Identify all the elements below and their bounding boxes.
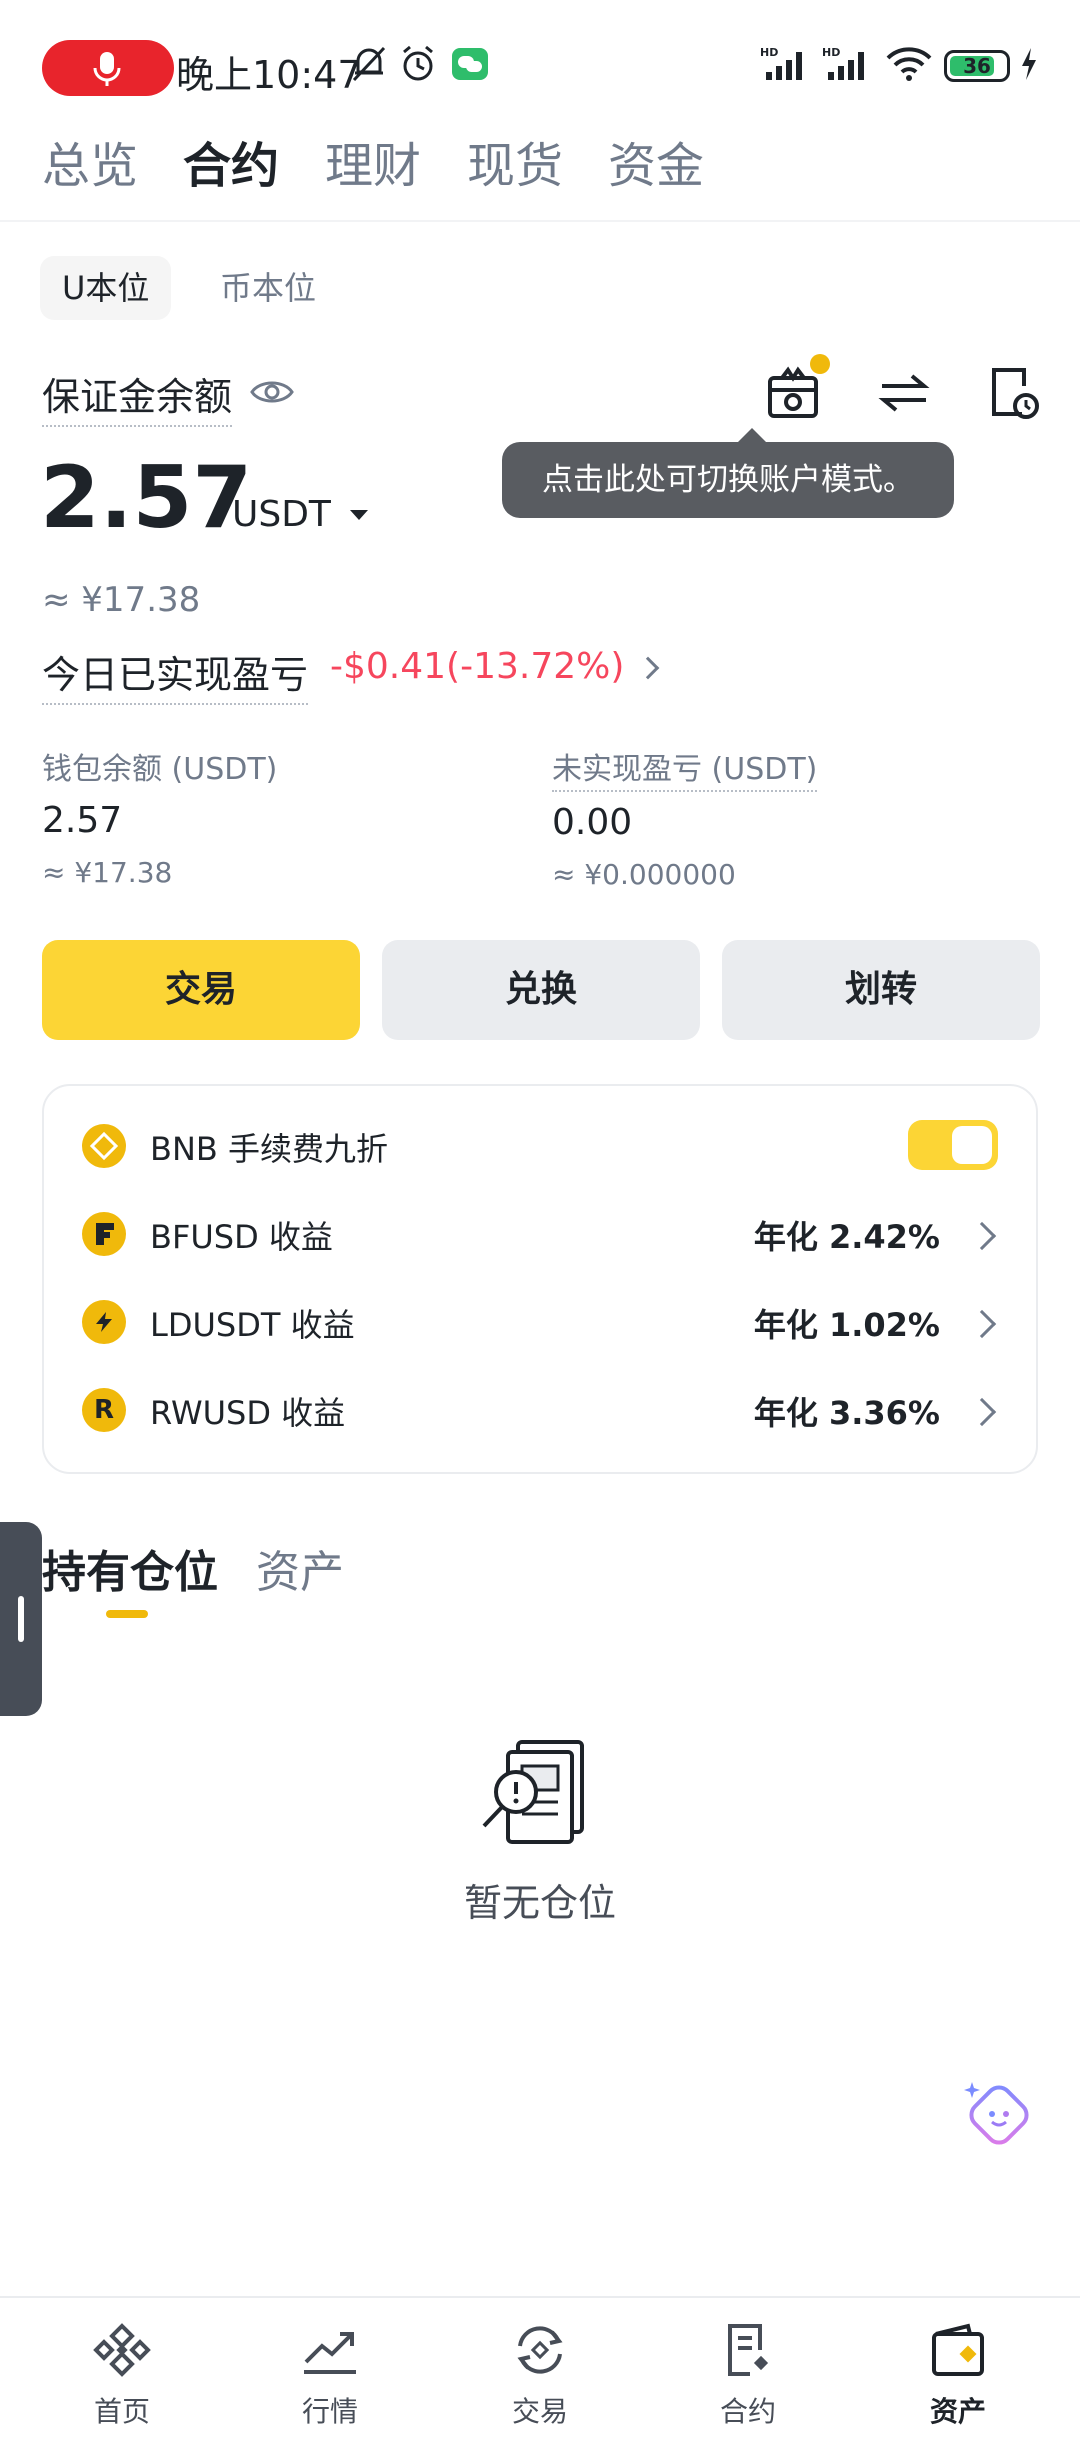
nav-label: 交易 bbox=[511, 2395, 568, 2428]
wallet-cny-value: ≈ ¥17.38 bbox=[42, 856, 173, 889]
margin-balance-value: 2.57 bbox=[40, 448, 253, 548]
wallet-icon bbox=[932, 2323, 984, 2376]
nav-futures[interactable]: 合约 bbox=[678, 2322, 818, 2430]
svg-text:HD: HD bbox=[822, 46, 840, 59]
bnb-fee-toggle[interactable] bbox=[908, 1120, 998, 1170]
tab-assets[interactable]: 资产 bbox=[256, 1536, 344, 1600]
eye-icon[interactable] bbox=[250, 376, 294, 408]
tab-spot[interactable]: 现货 bbox=[467, 126, 563, 196]
account-mode-tooltip[interactable]: 点击此处可切换账户模式。 bbox=[502, 428, 954, 518]
chevron-right-icon bbox=[967, 1309, 997, 1339]
unrealized-pnl-value: 0.00 bbox=[552, 802, 633, 843]
voice-recording-indicator[interactable] bbox=[42, 40, 174, 96]
chevron-right-icon bbox=[967, 1397, 997, 1427]
segment-usdm[interactable]: U本位 bbox=[40, 256, 172, 320]
status-time: 晚上10:47 bbox=[176, 53, 362, 97]
nav-label: 资产 bbox=[929, 2395, 986, 2428]
ldusdt-icon bbox=[82, 1300, 126, 1344]
signal-hd-icon: HD bbox=[760, 46, 802, 80]
unrealized-cny-value: ≈ ¥0.000000 bbox=[552, 858, 736, 891]
margin-balance-label[interactable]: 保证金余额 bbox=[42, 366, 233, 427]
history-icon[interactable] bbox=[986, 364, 1042, 422]
switch-account-mode-icon[interactable] bbox=[876, 368, 932, 418]
nav-label: 首页 bbox=[93, 2395, 150, 2428]
yield-row-ldusdt[interactable]: LDUSDT 收益 年化 1.02% bbox=[44, 1278, 1036, 1366]
floating-side-handle[interactable] bbox=[0, 1522, 42, 1716]
chevron-right-icon bbox=[967, 1221, 997, 1251]
today-pnl-value[interactable]: -$0.41(-13.72%) bbox=[330, 646, 624, 687]
nav-home[interactable]: 首页 bbox=[52, 2322, 192, 2430]
trade-button[interactable]: 交易 bbox=[42, 940, 360, 1040]
yield-rate: 年化 2.42% bbox=[753, 1218, 940, 1256]
alarm-icon bbox=[403, 45, 433, 81]
notification-dot bbox=[810, 354, 830, 374]
wechat-icon bbox=[452, 48, 488, 80]
trade-swap-icon bbox=[517, 2326, 563, 2374]
yield-rate: 年化 3.36% bbox=[753, 1394, 940, 1432]
yield-label: BFUSD 收益 bbox=[150, 1218, 333, 1256]
nav-label: 合约 bbox=[719, 2395, 776, 2428]
benefits-card: BNB 手续费九折 BFUSD 收益 年化 2.42% LDUSDT 收益 年化… bbox=[42, 1084, 1038, 1474]
margin-currency[interactable]: USDT bbox=[232, 494, 331, 535]
chart-line-icon bbox=[304, 2332, 356, 2374]
unrealized-pnl-label[interactable]: 未实现盈亏 (USDT) bbox=[552, 744, 818, 792]
no-positions-icon bbox=[482, 1740, 584, 1844]
tab-positions[interactable]: 持有仓位 bbox=[42, 1536, 218, 1600]
active-tab-indicator bbox=[106, 1610, 148, 1618]
battery-level: 36 bbox=[963, 54, 991, 78]
empty-state-text: 暂无仓位 bbox=[463, 1881, 616, 1925]
margin-cny-value: ≈ ¥17.38 bbox=[42, 580, 201, 620]
yield-label: LDUSDT 收益 bbox=[150, 1306, 355, 1344]
wallet-balance-label: 钱包余额 (USDT) bbox=[42, 752, 278, 787]
bnb-fee-row: BNB 手续费九折 bbox=[44, 1102, 1036, 1190]
bnb-icon bbox=[82, 1124, 126, 1168]
wallet-balance-value: 2.57 bbox=[42, 800, 123, 841]
ai-assistant-icon[interactable] bbox=[962, 2078, 1034, 2150]
futures-doc-icon bbox=[728, 2324, 769, 2376]
yield-row-bfusd[interactable]: BFUSD 收益 年化 2.42% bbox=[44, 1190, 1036, 1278]
nav-label: 行情 bbox=[301, 2395, 358, 2428]
battery-icon: 36 bbox=[944, 50, 1010, 82]
divider bbox=[0, 220, 1080, 222]
svg-text:HD: HD bbox=[760, 46, 778, 59]
bfusd-icon bbox=[82, 1212, 126, 1256]
wifi-icon bbox=[886, 47, 932, 81]
segment-coinm[interactable]: 币本位 bbox=[198, 256, 338, 320]
yield-row-rwusd[interactable]: R RWUSD 收益 年化 3.36% bbox=[44, 1366, 1036, 1454]
nav-markets[interactable]: 行情 bbox=[260, 2322, 400, 2430]
mic-icon bbox=[93, 52, 121, 86]
tab-overview[interactable]: 总览 bbox=[42, 126, 138, 196]
rewards-button[interactable] bbox=[762, 354, 830, 422]
tab-earn[interactable]: 理财 bbox=[325, 126, 421, 196]
nav-assets[interactable]: 资产 bbox=[888, 2322, 1028, 2430]
rwusd-icon: R bbox=[82, 1388, 126, 1432]
charging-icon bbox=[1022, 48, 1036, 80]
bnb-fee-label: BNB 手续费九折 bbox=[150, 1130, 389, 1168]
convert-button[interactable]: 兑换 bbox=[382, 940, 700, 1040]
binance-logo-icon bbox=[93, 2323, 151, 2377]
yield-label: RWUSD 收益 bbox=[150, 1394, 346, 1432]
bottom-nav: 首页 行情 交易 合约 资产 bbox=[0, 2296, 1080, 2460]
yield-rate: 年化 1.02% bbox=[753, 1306, 940, 1344]
transfer-button[interactable]: 划转 bbox=[722, 940, 1040, 1040]
tab-futures[interactable]: 合约 bbox=[183, 126, 279, 196]
nav-trade[interactable]: 交易 bbox=[470, 2322, 610, 2430]
dnd-icon bbox=[352, 46, 386, 82]
caret-down-icon[interactable] bbox=[348, 508, 370, 522]
today-pnl-label[interactable]: 今日已实现盈亏 bbox=[42, 644, 309, 705]
tab-funding[interactable]: 资金 bbox=[608, 126, 704, 196]
signal-hd-icon: HD bbox=[822, 46, 864, 80]
chevron-right-icon[interactable] bbox=[636, 656, 660, 680]
